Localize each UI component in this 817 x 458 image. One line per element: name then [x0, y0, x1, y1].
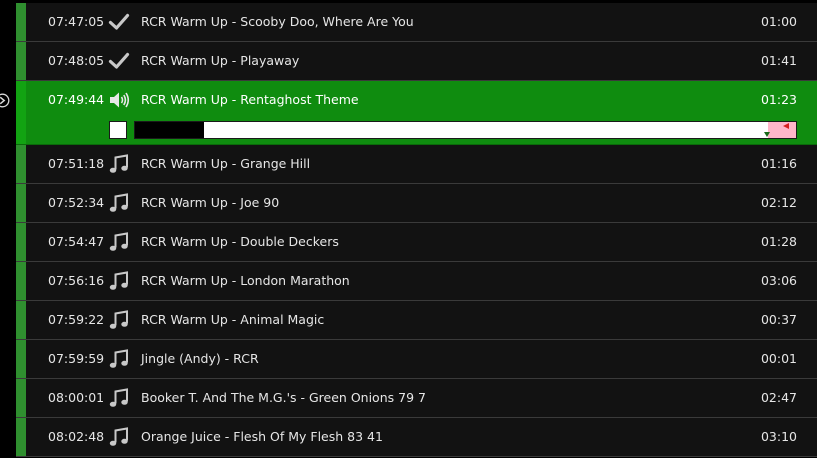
start-time: 07:59:22 [48, 312, 105, 327]
music-note-icon [108, 231, 130, 253]
track-duration: 01:41 [760, 53, 797, 68]
progress-track[interactable] [134, 121, 797, 139]
start-time: 07:54:47 [48, 234, 105, 249]
start-time: 07:48:05 [48, 53, 105, 68]
arrow-right-circle-icon[interactable] [0, 93, 10, 108]
track-title: RCR Warm Up - Grange Hill [141, 156, 311, 171]
status-stripe [16, 340, 26, 378]
track-title: RCR Warm Up - London Marathon [141, 273, 350, 288]
status-stripe [16, 145, 26, 183]
playlist-row[interactable]: 07:47:05 RCR Warm Up - Scooby Doo, Where … [16, 3, 817, 42]
track-duration: 03:06 [760, 273, 797, 288]
playlist-row[interactable]: 07:59:59 Jingle (Andy) - RCR 00:01 [16, 340, 817, 379]
music-note-icon [108, 387, 130, 409]
start-time: 07:59:59 [48, 351, 105, 366]
start-time: 08:00:01 [48, 390, 105, 405]
start-time: 08:02:48 [48, 429, 105, 444]
start-time: 07:51:18 [48, 156, 105, 171]
segue-marker-icon[interactable] [764, 132, 770, 137]
music-note-icon [108, 426, 130, 448]
start-time: 07:49:44 [48, 92, 105, 107]
playlist-row[interactable]: 07:48:05 RCR Warm Up - Playaway 01:41 [16, 42, 817, 81]
track-duration: 02:12 [760, 195, 797, 210]
start-time: 07:52:34 [48, 195, 105, 210]
playlist-row[interactable]: 08:00:01 Booker T. And The M.G.'s - Green… [16, 379, 817, 418]
playlist-row[interactable]: 07:56:16 RCR Warm Up - London Marathon 03:… [16, 262, 817, 301]
music-note-icon [108, 270, 130, 292]
track-duration: 01:16 [760, 156, 797, 171]
track-duration: 03:10 [760, 429, 797, 444]
track-title: Jingle (Andy) - RCR [141, 351, 259, 366]
track-title: Booker T. And The M.G.'s - Green Onions … [141, 390, 426, 405]
fade-marker-icon[interactable] [783, 123, 789, 129]
status-stripe [16, 223, 26, 261]
start-time: 07:56:16 [48, 273, 105, 288]
music-note-icon [108, 192, 130, 214]
track-title: RCR Warm Up - Scooby Doo, Where Are You [141, 14, 414, 29]
status-stripe [16, 379, 26, 417]
fade-out-zone [768, 122, 796, 138]
track-title: RCR Warm Up - Double Deckers [141, 234, 339, 249]
left-gutter [0, 0, 16, 458]
playout-window: 07:47:05 RCR Warm Up - Scooby Doo, Where … [0, 0, 817, 458]
track-duration: 01:00 [760, 14, 797, 29]
playlist-row[interactable]: 07:51:18 RCR Warm Up - Grange Hill 01:16 [16, 145, 817, 184]
playback-progress [109, 121, 797, 140]
track-title: RCR Warm Up - Rentaghost Theme [141, 92, 359, 107]
track-title: RCR Warm Up - Joe 90 [141, 195, 280, 210]
status-stripe [16, 184, 26, 222]
playlist-row[interactable]: 08:02:48 Orange Juice - Flesh Of My Flesh… [16, 418, 817, 457]
status-stripe [16, 301, 26, 339]
playlist-row[interactable]: 07:59:22 RCR Warm Up - Animal Magic 00:37 [16, 301, 817, 340]
music-note-icon [108, 153, 130, 175]
speaker-icon [108, 89, 130, 111]
track-title: RCR Warm Up - Animal Magic [141, 312, 325, 327]
check-icon [108, 11, 130, 33]
progress-played [135, 122, 205, 138]
start-time: 07:47:05 [48, 14, 105, 29]
status-stripe [16, 262, 26, 300]
playlist-row-now-playing[interactable]: 07:49:44 RCR Warm Up - Rentaghost Theme 01… [16, 81, 817, 145]
check-icon [108, 50, 130, 72]
track-title: RCR Warm Up - Playaway [141, 53, 300, 68]
status-stripe [16, 418, 26, 456]
track-duration: 02:47 [760, 390, 797, 405]
status-stripe [16, 81, 26, 144]
cue-box[interactable] [109, 121, 127, 139]
status-stripe [16, 3, 26, 41]
music-note-icon [108, 309, 130, 331]
playlist-row[interactable]: 07:54:47 RCR Warm Up - Double Deckers 01:2… [16, 223, 817, 262]
playlist-row[interactable]: 07:52:34 RCR Warm Up - Joe 90 02:12 [16, 184, 817, 223]
status-stripe [16, 42, 26, 80]
playlist: 07:47:05 RCR Warm Up - Scooby Doo, Where … [16, 3, 817, 458]
music-note-icon [108, 348, 130, 370]
track-title: Orange Juice - Flesh Of My Flesh 83 41 [141, 429, 383, 444]
track-duration: 01:28 [760, 234, 797, 249]
track-duration: 00:37 [760, 312, 797, 327]
track-duration: 01:23 [760, 92, 797, 107]
track-duration: 00:01 [760, 351, 797, 366]
